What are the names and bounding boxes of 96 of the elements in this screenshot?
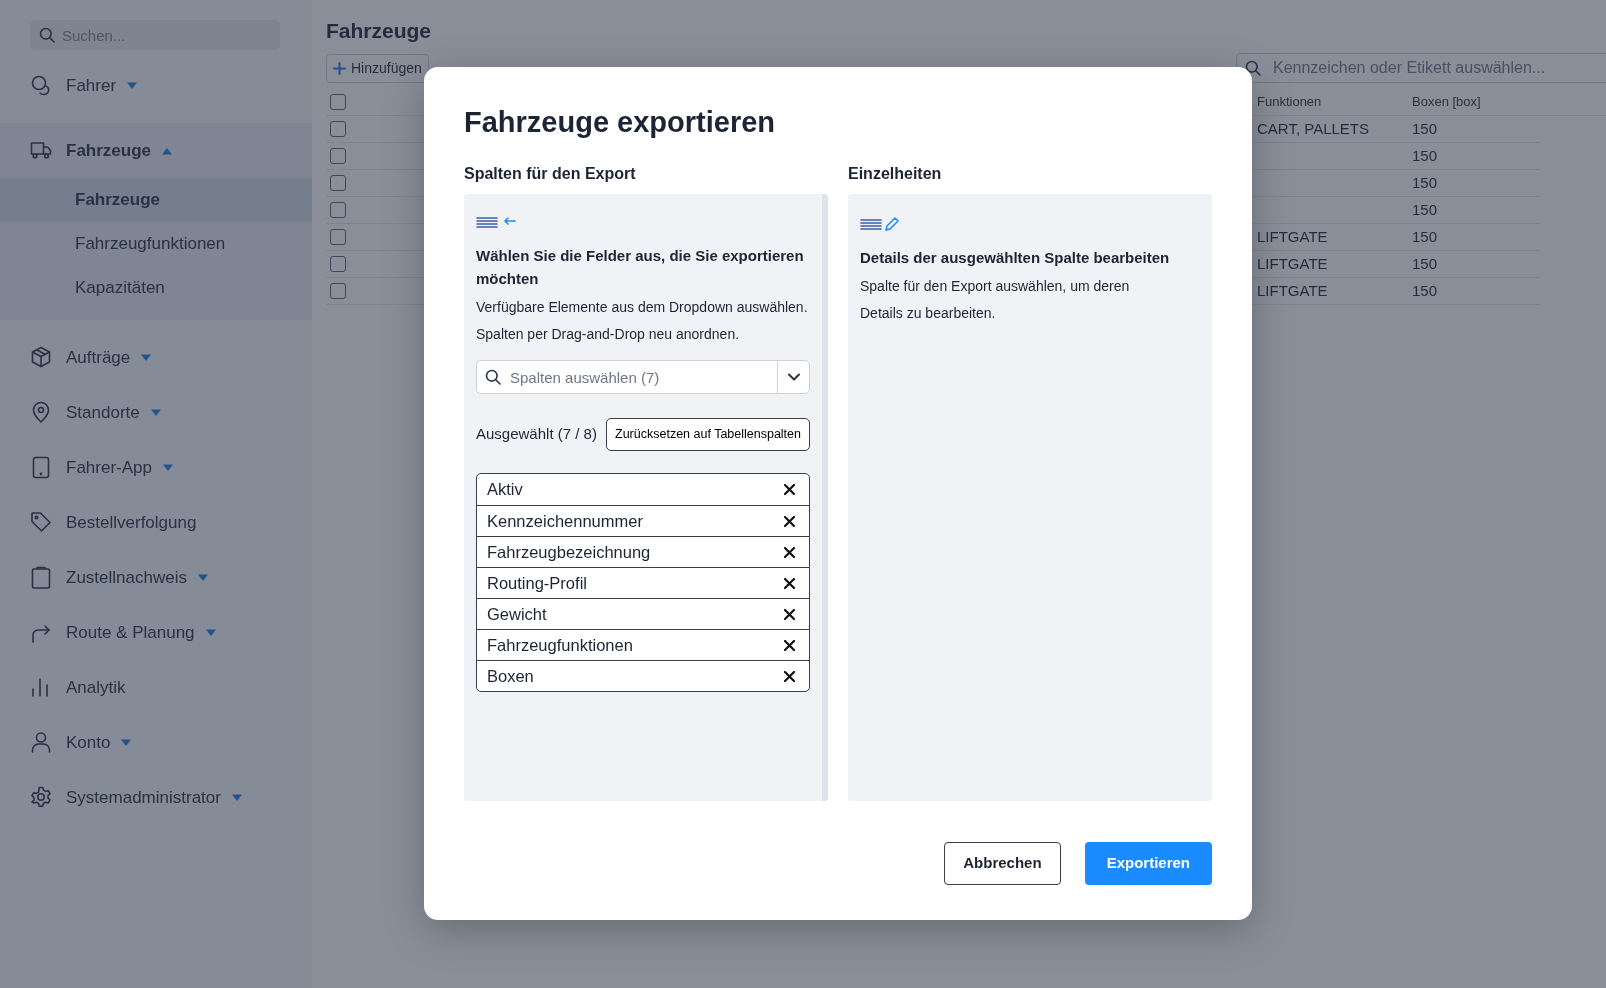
table-cell-text: 150 (1412, 118, 1438, 139)
column-label: Spalten für den Export (464, 163, 637, 184)
checkbox[interactable] (330, 283, 346, 300)
selected-column-item[interactable]: Boxen (477, 660, 809, 692)
table-cell-text: 150 (1412, 253, 1438, 274)
settings-icon (30, 786, 52, 809)
column-label: Einzelheiten (848, 163, 943, 184)
add-button[interactable]: Hinzufügen (326, 53, 429, 83)
column-name: Boxen (487, 665, 534, 687)
help-text: Spalte für den Export auswählen, um deren Details zu bearbeiten. (860, 277, 1131, 324)
checkbox[interactable] (330, 229, 346, 246)
user-icon (30, 731, 52, 754)
sidebar-subitem[interactable]: Fahrzeuge (0, 178, 312, 222)
checkbox[interactable] (330, 121, 346, 138)
cancel-button[interactable]: Abbrechen (944, 841, 1061, 885)
table-cell-text: LIFTGATE (1257, 226, 1328, 247)
chevron-down-icon (787, 373, 800, 382)
sidebar-item[interactable]: Standorte (0, 385, 312, 440)
sidebar-item[interactable]: Aufträge (0, 330, 312, 385)
selected-column-item[interactable]: Kennzeichennummer (477, 505, 809, 537)
selected-column-item[interactable]: Gewicht (477, 598, 809, 630)
selected-column-item[interactable]: Fahrzeugfunktionen (477, 629, 809, 661)
search-icon (1245, 60, 1261, 77)
help-text: Spalten per Drag-and-Drop neu anordnen. (476, 325, 741, 345)
remove-button[interactable] (784, 639, 795, 651)
table-cell-text: 150 (1412, 226, 1438, 247)
table-cell-text: 150 (1412, 280, 1438, 301)
sidebar-item[interactable]: Bestellverfolgung (0, 495, 312, 550)
selected-column-item[interactable]: Aktiv (477, 474, 809, 506)
clipboard-icon (30, 566, 52, 589)
column-select-field[interactable]: Spalten auswählen (7) (476, 360, 777, 395)
sidebar-subitem[interactable]: Kapazitäten (0, 266, 312, 310)
checkbox[interactable] (330, 256, 346, 273)
selected-count: Ausgewählt (7 / 8) (476, 424, 597, 445)
search-field[interactable]: Kennzeichen oder Etikett auswählen... (1236, 53, 1606, 84)
checkbox[interactable] (330, 94, 346, 111)
close-icon (784, 639, 795, 651)
remove-button[interactable] (784, 608, 795, 620)
page-title: Fahrzeuge (326, 18, 433, 44)
reset-button[interactable]: Zurücksetzen auf Tabellenspalten (606, 418, 810, 452)
remove-button[interactable] (784, 670, 795, 682)
sidebar-item[interactable]: Analytik (0, 660, 312, 715)
close-icon (784, 546, 795, 558)
selected-column-item[interactable]: Routing-Profil (477, 567, 809, 599)
sidebar-item[interactable]: Fahrer-App (0, 440, 312, 495)
column-name: Routing-Profil (487, 572, 587, 594)
sidebar-item[interactable]: Zustellnachweis (0, 550, 312, 605)
box-icon (30, 346, 52, 369)
truck-icon (30, 139, 52, 162)
sidebar-item[interactable]: Fahrer (0, 58, 312, 113)
remove-button[interactable] (784, 577, 795, 589)
search-icon (39, 27, 55, 43)
search-icon (485, 369, 501, 386)
checkbox[interactable] (330, 148, 346, 165)
close-icon (784, 670, 795, 682)
location-pin-icon (30, 401, 52, 424)
close-icon (784, 515, 795, 527)
table-cell-text: CART, PALLETS (1257, 118, 1369, 139)
close-icon (784, 577, 795, 589)
remove-button[interactable] (784, 515, 795, 527)
help-text: Verfügbare Elemente aus dem Dropdown auswählen. (476, 298, 809, 318)
checkbox[interactable] (330, 202, 346, 219)
plus-icon (333, 61, 346, 75)
remove-button[interactable] (784, 484, 795, 496)
selected-column-item[interactable]: Fahrzeugbezeichnung (477, 536, 809, 568)
checkbox[interactable] (330, 175, 346, 192)
remove-button[interactable] (784, 546, 795, 558)
tablet-icon (30, 456, 52, 479)
list-arrow-icon (476, 215, 516, 230)
column-header: Funktionen (1257, 93, 1322, 112)
table-cell-text: LIFTGATE (1257, 253, 1328, 274)
panel-heading: Details der ausgewählten Spalte bearbeiten (860, 247, 1171, 268)
column-header: Boxen [box] (1412, 93, 1481, 112)
circles-icon (30, 74, 52, 97)
dropdown-button[interactable] (777, 360, 810, 395)
sidebar-item[interactable]: Systemadministrator (0, 770, 312, 825)
table-cell-text: 150 (1412, 172, 1438, 193)
column-name: Kennzeichennummer (487, 510, 643, 532)
sidebar-subitem[interactable]: Fahrzeugfunktionen (0, 222, 312, 266)
export-button[interactable]: Exportieren (1084, 841, 1212, 885)
column-name: Gewicht (487, 603, 547, 625)
sidebar-item[interactable]: Konto (0, 715, 312, 770)
column-name: Fahrzeugfunktionen (487, 634, 633, 656)
table-cell-text: LIFTGATE (1257, 280, 1328, 301)
close-icon (784, 608, 795, 620)
close-icon (784, 484, 795, 496)
column-name: Aktiv (487, 479, 523, 501)
dialog-title: Fahrzeuge exportieren (464, 105, 777, 140)
panel-heading: Wählen Sie die Felder aus, die Sie exportieren möchten (476, 245, 805, 290)
list-pencil-icon (860, 215, 900, 232)
sidebar-item[interactable]: Route & Planung (0, 605, 312, 660)
table-cell-text: 150 (1412, 199, 1438, 220)
column-name: Fahrzeugbezeichnung (487, 541, 651, 563)
tag-icon (30, 511, 52, 534)
sidebar-item[interactable]: Fahrzeuge (0, 123, 312, 178)
table-cell-text: 150 (1412, 145, 1438, 166)
